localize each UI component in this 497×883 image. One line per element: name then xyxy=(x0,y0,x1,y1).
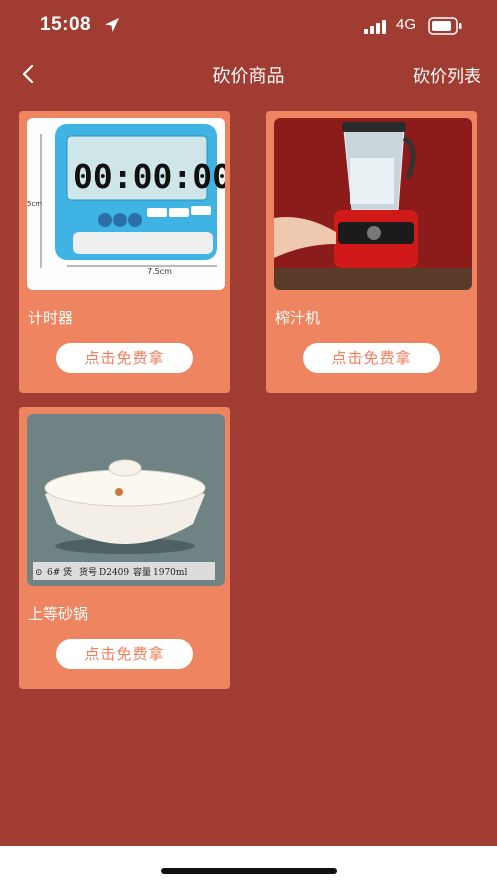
product-name: 计时器 xyxy=(28,309,74,327)
timer-width-label: 7.5cm xyxy=(147,267,172,276)
battery-icon xyxy=(428,17,462,35)
free-claim-button[interactable]: 点击免费拿 xyxy=(303,343,440,373)
timer-height-label: 5cm xyxy=(27,200,42,208)
home-indicator[interactable] xyxy=(161,868,337,874)
casserole-model: D2409 xyxy=(99,568,129,578)
product-name: 榨汁机 xyxy=(275,309,321,327)
svg-text:⊙: ⊙ xyxy=(35,568,43,578)
bargain-list-link[interactable]: 砍价列表 xyxy=(413,62,481,87)
home-indicator-area xyxy=(0,846,497,883)
navigation-bar: 砍价商品 砍价列表 xyxy=(0,52,497,94)
free-claim-button[interactable]: 点击免费拿 xyxy=(56,343,193,373)
casserole-model-label: 货号 xyxy=(79,566,97,578)
timer-image: 5cm 7.5cm 00:00:00 xyxy=(27,118,225,290)
product-card-timer[interactable]: 5cm 7.5cm 00:00:00 计时器 点击免费拿 xyxy=(19,111,230,393)
free-claim-button[interactable]: 点击免费拿 xyxy=(56,639,193,669)
status-time: 15:08 xyxy=(40,14,92,35)
casserole-capacity: 1970ml xyxy=(153,568,187,578)
casserole-size-label: 6# 煲 xyxy=(47,566,72,578)
location-arrow-icon xyxy=(105,18,119,32)
juicer-image xyxy=(274,118,472,290)
timer-display-text: 00:00:00 xyxy=(73,157,225,196)
network-type: 4G xyxy=(396,16,417,33)
casserole-image: ⊙ 6# 煲 货号 D2409 容量 1970ml xyxy=(27,414,225,586)
product-name: 上等砂锅 xyxy=(28,605,89,623)
signal-icon xyxy=(364,20,386,34)
casserole-capacity-label: 容量 xyxy=(133,566,151,578)
status-bar: 15:08 4G xyxy=(0,0,497,52)
product-card-juicer[interactable]: 榨汁机 点击免费拿 xyxy=(266,111,477,393)
product-card-casserole[interactable]: ⊙ 6# 煲 货号 D2409 容量 1970ml 上等砂锅 点击免费拿 xyxy=(19,407,230,689)
